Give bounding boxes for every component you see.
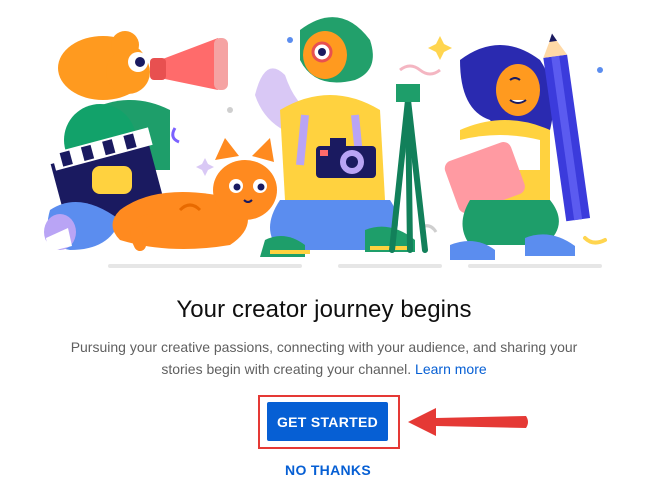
artist-character [444, 33, 591, 260]
description-text: Pursuing your creative passions, connect… [54, 336, 594, 380]
page-title: Your creator journey begins [176, 296, 472, 323]
creator-illustration [44, 17, 607, 268]
get-started-button[interactable]: GET STARTED [267, 402, 388, 441]
tripod-decoration [389, 84, 428, 253]
red-arrow-left-icon [408, 408, 528, 436]
photographer-character [255, 17, 415, 257]
description-body: Pursuing your creative passions, connect… [70, 339, 578, 377]
no-thanks-button[interactable]: NO THANKS [264, 458, 392, 482]
learn-more-link[interactable]: Learn more [415, 361, 487, 377]
